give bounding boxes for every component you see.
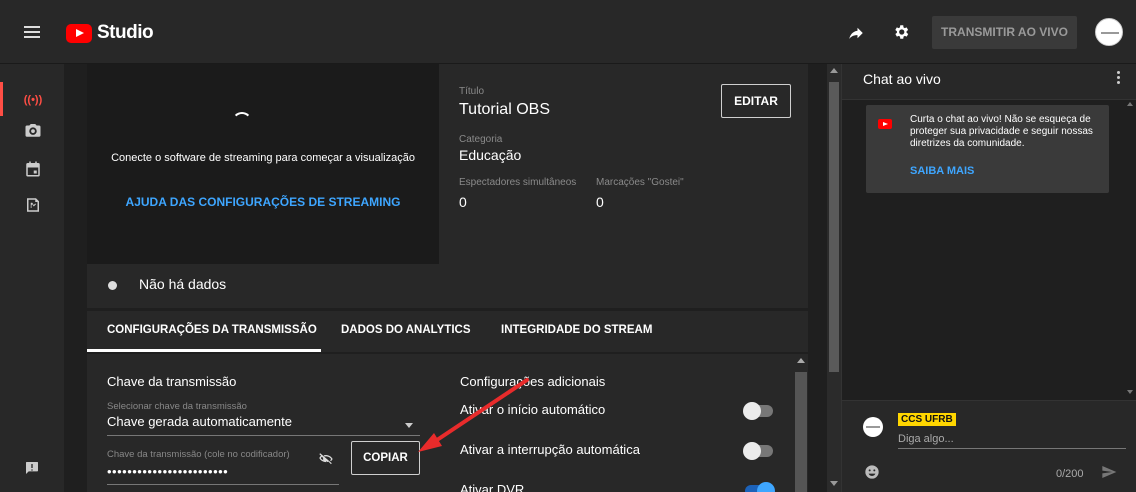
scroll-up-icon[interactable] bbox=[830, 68, 838, 73]
toggle-knob bbox=[743, 442, 761, 460]
status-dot-icon bbox=[108, 281, 117, 290]
chevron-down-icon[interactable] bbox=[405, 423, 413, 428]
status-text: Não há dados bbox=[139, 276, 227, 292]
scroll-down-icon[interactable] bbox=[830, 481, 838, 486]
toggle-knob bbox=[743, 402, 761, 420]
top-bar: Studio TRANSMITIR AO VIVO bbox=[0, 0, 1136, 64]
settings-tabs: CONFIGURAÇÕES DA TRANSMISSÃO DADOS DO AN… bbox=[87, 311, 808, 352]
auto-start-toggle[interactable] bbox=[743, 402, 773, 420]
menu-icon[interactable] bbox=[24, 26, 40, 38]
char-count: 0/200 bbox=[1056, 468, 1084, 480]
nav-stream-icon[interactable]: ((•)) bbox=[24, 91, 43, 109]
chat-notice: Curta o chat ao vivo! Não se esqueça de … bbox=[866, 105, 1109, 193]
nav-active-indicator bbox=[0, 82, 3, 116]
preview-message: Conecte o software de streaming para com… bbox=[111, 152, 415, 164]
stream-status-bar: Não há dados bbox=[87, 264, 808, 308]
tab-analytics[interactable]: DADOS DO ANALYTICS bbox=[341, 324, 471, 336]
gear-icon[interactable] bbox=[892, 23, 910, 41]
stream-preview: Conecte o software de streaming para com… bbox=[87, 64, 439, 264]
likes-label: Marcações "Gostei" bbox=[596, 177, 684, 188]
auto-start-label: Ativar o início automático bbox=[460, 402, 606, 417]
settings-scroll-up-icon[interactable] bbox=[797, 358, 805, 363]
chat-scroll-down-icon[interactable] bbox=[1127, 390, 1133, 394]
emoji-icon[interactable] bbox=[864, 464, 880, 480]
nav-managed-icon[interactable] bbox=[24, 196, 42, 214]
stream-key-underline bbox=[107, 484, 339, 485]
active-tab-indicator bbox=[87, 349, 321, 352]
select-key-label: Selecionar chave da transmissão bbox=[107, 401, 247, 412]
viewers-label: Espectadores simultâneos bbox=[459, 177, 577, 188]
auto-stop-toggle[interactable] bbox=[743, 442, 773, 460]
account-avatar[interactable] bbox=[1095, 18, 1123, 46]
stream-info-panel: Título Tutorial OBS EDITAR Categoria Edu… bbox=[439, 64, 808, 264]
additional-settings-title: Configurações adicionais bbox=[460, 374, 606, 389]
chat-title: Chat ao vivo bbox=[863, 71, 941, 87]
main-content: Conecte o software de streaming para com… bbox=[87, 64, 808, 492]
loading-spinner-icon bbox=[232, 112, 252, 132]
notice-text: Curta o chat ao vivo! Não se esqueça de … bbox=[910, 114, 1093, 149]
category-label: Categoria bbox=[459, 134, 503, 145]
tab-stream-settings[interactable]: CONFIGURAÇÕES DA TRANSMISSÃO bbox=[107, 324, 317, 336]
likes-value: 0 bbox=[596, 194, 604, 210]
category-value: Educação bbox=[459, 147, 522, 163]
chat-input-area: CCS UFRB Diga algo... 0/200 bbox=[842, 400, 1136, 492]
learn-more-link[interactable]: SAIBA MAIS bbox=[910, 165, 974, 177]
toggle-knob bbox=[757, 482, 775, 492]
youtube-logo-icon bbox=[66, 23, 92, 43]
logo-text: Studio bbox=[97, 22, 154, 43]
feedback-icon[interactable] bbox=[24, 460, 40, 476]
avatar bbox=[863, 417, 883, 437]
select-key-dropdown[interactable]: Chave gerada automaticamente bbox=[107, 414, 292, 429]
auto-stop-label: Ativar a interrupção automática bbox=[460, 442, 640, 457]
share-icon[interactable] bbox=[847, 24, 865, 42]
settings-scrollbar[interactable] bbox=[795, 372, 807, 492]
nav-webcam-icon[interactable] bbox=[24, 121, 42, 139]
studio-logo[interactable]: Studio bbox=[66, 22, 154, 44]
stream-key-field-label: Chave da transmissão (cole no codificado… bbox=[107, 449, 290, 460]
dvr-toggle[interactable] bbox=[745, 482, 775, 492]
stream-key-section-title: Chave da transmissão bbox=[107, 374, 237, 389]
copy-button[interactable]: COPIAR bbox=[351, 441, 420, 475]
streaming-help-link[interactable]: AJUDA DAS CONFIGURAÇÕES DE STREAMING bbox=[87, 195, 439, 209]
main-scrollbar[interactable] bbox=[827, 64, 841, 492]
chat-scroll-up-icon[interactable] bbox=[1127, 102, 1133, 106]
more-vert-icon[interactable] bbox=[1117, 71, 1121, 87]
chat-header: Chat ao vivo bbox=[842, 64, 1136, 100]
live-chat-panel: Chat ao vivo Curta o chat ao vivo! Não s… bbox=[841, 64, 1136, 492]
chat-message-input[interactable]: Diga algo... bbox=[898, 433, 954, 445]
eye-off-icon[interactable] bbox=[318, 451, 334, 467]
select-key-underline bbox=[107, 435, 420, 436]
send-icon[interactable] bbox=[1100, 464, 1118, 480]
nav-calendar-icon[interactable] bbox=[24, 160, 42, 178]
main-scroll-thumb[interactable] bbox=[829, 82, 839, 372]
stream-settings-panel: Chave da transmissão Selecionar chave da… bbox=[87, 354, 808, 492]
dvr-label: Ativar DVR bbox=[460, 482, 525, 492]
tab-stream-health[interactable]: INTEGRIDADE DO STREAM bbox=[501, 324, 652, 336]
left-nav: ((•)) bbox=[0, 64, 64, 492]
stream-key-field[interactable]: •••••••••••••••••••••••• bbox=[107, 464, 228, 479]
title-label: Título bbox=[459, 86, 485, 97]
go-live-button[interactable]: TRANSMITIR AO VIVO bbox=[932, 16, 1077, 49]
title-value: Tutorial OBS bbox=[459, 101, 550, 118]
chat-messages: Curta o chat ao vivo! Não se esqueça de … bbox=[842, 101, 1136, 399]
chat-input-underline bbox=[898, 448, 1126, 449]
user-name-badge: CCS UFRB bbox=[898, 413, 956, 426]
edit-button[interactable]: EDITAR bbox=[721, 84, 791, 118]
youtube-icon bbox=[878, 119, 892, 129]
viewers-value: 0 bbox=[459, 194, 467, 210]
